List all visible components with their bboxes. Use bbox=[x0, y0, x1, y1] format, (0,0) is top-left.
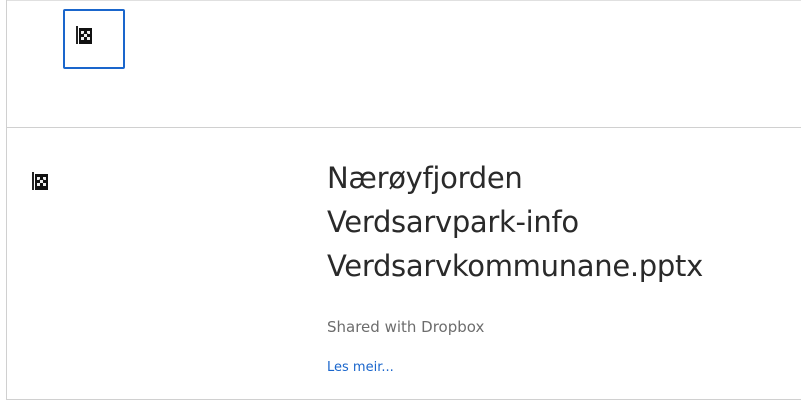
broken-image-icon bbox=[76, 26, 92, 44]
file-title-line: Nærøyfjorden bbox=[327, 161, 523, 195]
broken-image-icon bbox=[32, 172, 48, 190]
file-title-line: Verdsarvkommunane.pptx bbox=[327, 249, 703, 283]
section-divider bbox=[6, 127, 801, 128]
file-title-line: Verdsarvpark-info bbox=[327, 205, 579, 239]
thumbnail-focus-frame[interactable] bbox=[63, 9, 125, 69]
file-title: Nærøyfjorden Verdsarvpark-info Verdsarvk… bbox=[327, 156, 787, 288]
shared-with-label: Shared with Dropbox bbox=[327, 318, 485, 336]
read-more-link[interactable]: Les meir... bbox=[327, 360, 394, 375]
